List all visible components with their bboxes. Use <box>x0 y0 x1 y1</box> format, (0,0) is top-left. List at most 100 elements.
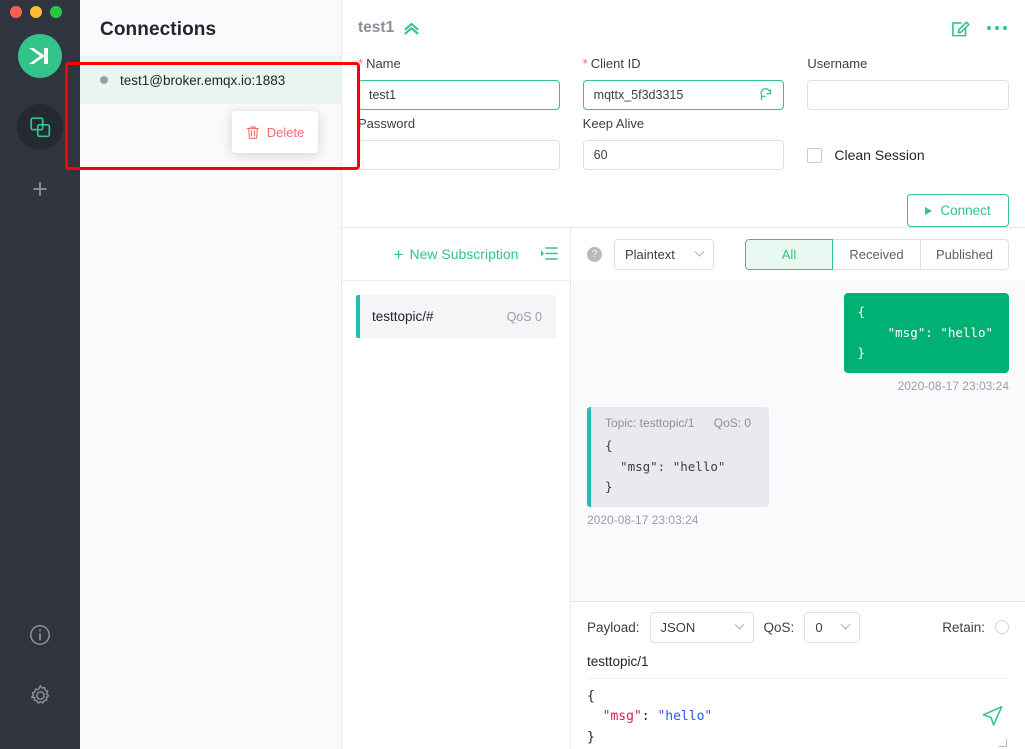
keep-alive-input[interactable]: 60 <box>582 140 785 170</box>
password-input[interactable] <box>358 140 560 170</box>
connection-status-dot <box>100 76 108 84</box>
connections-list: test1@broker.emqx.io:1883 <box>80 56 341 104</box>
qos-label: QoS: <box>763 619 795 635</box>
keep-alive-input-value: 60 <box>593 148 608 162</box>
editor-key: "msg" <box>602 709 642 725</box>
subscriptions-list: testtopic/# QoS 0 <box>342 281 570 338</box>
messages-panel: ? Plaintext All Received Published {"ms… <box>571 228 1025 749</box>
message-body: { "msg": "hello" } <box>857 304 993 361</box>
page-title: Connections <box>100 19 217 40</box>
send-icon[interactable] <box>980 703 1005 733</box>
connection-title: test1 <box>358 19 395 36</box>
publish-qos-select[interactable]: 0 <box>804 611 861 643</box>
list-item[interactable]: test1@broker.emqx.io:1883 <box>80 56 341 104</box>
maximize-window-button[interactable] <box>50 6 62 18</box>
form-actions: Connect <box>358 176 1009 227</box>
messages-toolbar: ? Plaintext All Received Published <box>571 228 1025 281</box>
editor-colon: : <box>641 709 658 725</box>
sidebar-item-connections[interactable] <box>17 104 63 150</box>
more-dots-icon[interactable] <box>986 25 1007 31</box>
help-icon[interactable]: ? <box>587 247 602 262</box>
connect-button[interactable]: Connect <box>907 194 1009 227</box>
message-bubble[interactable]: Topic: testtopic/1 QoS: 0 { "msg": "hell… <box>587 406 770 507</box>
message-filter-tabs: All Received Published <box>745 239 1009 270</box>
publish-panel: Payload: JSON QoS: 0 Retain: testtopic/1… <box>571 600 1025 749</box>
chevron-down-icon <box>694 246 705 257</box>
window-traffic-lights <box>10 6 62 18</box>
name-input[interactable]: test1 <box>358 80 560 110</box>
connection-name: test1@broker.emqx.io:1883 <box>120 72 286 88</box>
message-meta: Topic: testtopic/1 QoS: 0 <box>605 416 751 430</box>
publish-topic-input[interactable]: testtopic/1 <box>587 643 1009 679</box>
publish-editor-content: { "msg": "hello" } <box>587 687 1009 749</box>
close-window-button[interactable] <box>10 6 22 18</box>
form-row-1: *Name test1 *Client ID mqttx_5f3d3315 <box>358 56 1010 110</box>
message-timestamp: 2020-08-17 23:03:24 <box>897 378 1009 393</box>
mqttx-logo <box>18 34 62 78</box>
connections-panel: Connections test1@broker.emqx.io:1883 De… <box>65 0 360 749</box>
keep-alive-label: Keep Alive <box>582 116 645 131</box>
publish-editor[interactable]: { "msg": "hello" } <box>587 679 1009 749</box>
username-input[interactable] <box>807 80 1010 110</box>
mqttx-logo-icon <box>29 48 48 64</box>
client-id-input-value: mqttx_5f3d3315 <box>593 88 684 102</box>
subscription-topic: testtopic/# <box>372 309 434 324</box>
message-published: { "msg": "hello" } 2020-08-17 23:03:24 <box>587 293 1009 393</box>
field-client-id: * Client ID mqttx_5f3d3315 <box>582 56 785 110</box>
payload-format-select[interactable]: Plaintext <box>614 239 714 270</box>
messages-list: { "msg": "hello" } 2020-08-17 23:03:24 T… <box>571 281 1025 601</box>
tab-published[interactable]: Published <box>921 239 1009 270</box>
message-bubble[interactable]: { "msg": "hello" } <box>843 293 1009 373</box>
trash-icon <box>246 125 259 139</box>
subscriptions-header: + New Subscription <box>342 228 570 281</box>
connect-button-label: Connect <box>940 203 991 218</box>
publish-payload-select[interactable]: JSON <box>649 611 754 643</box>
required-mark: * <box>582 56 588 71</box>
field-name: * Name test1 <box>358 56 560 110</box>
header-actions <box>951 19 1007 38</box>
retain-toggle[interactable] <box>995 620 1009 635</box>
sidebar-item-new-connection[interactable]: + <box>32 176 48 203</box>
message-topic: Topic: testtopic/1 <box>605 415 695 430</box>
double-chevron-up-icon[interactable] <box>403 21 420 36</box>
chevron-down-icon <box>840 619 851 630</box>
icon-rail: + <box>0 0 80 749</box>
field-clean-session: Clean Session <box>807 116 1009 170</box>
mqttx-app: + Connections test1@broker.emqx.io:1883 <box>0 0 1025 749</box>
message-qos: QoS: 0 <box>713 415 752 430</box>
form-row-2: Password Keep Alive 60 Clean Session <box>358 116 1009 170</box>
lower-split: + New Subscription testtopic/# QoS 0 ? P… <box>342 227 1025 749</box>
payload-format-value: Plaintext <box>625 247 675 262</box>
client-id-input[interactable]: mqttx_5f3d3315 <box>582 80 785 110</box>
subscription-qos: QoS 0 <box>506 309 542 324</box>
name-input-value: test1 <box>369 88 397 102</box>
play-icon <box>925 206 933 215</box>
field-password: Password <box>358 116 560 170</box>
editor-line-1: { <box>587 688 595 704</box>
edit-icon[interactable] <box>951 19 970 38</box>
tab-all[interactable]: All <box>745 239 833 270</box>
field-username: Username <box>807 56 1010 110</box>
new-subscription-button[interactable]: + New Subscription <box>394 246 519 263</box>
resize-handle[interactable] <box>999 739 1007 747</box>
refresh-icon[interactable] <box>759 88 773 102</box>
subscription-list-icon[interactable] <box>540 246 558 266</box>
editor-line-3: } <box>587 730 595 746</box>
plus-icon: + <box>393 244 404 264</box>
chevron-down-icon <box>734 619 744 630</box>
publish-qos-value: 0 <box>815 619 823 635</box>
gear-icon[interactable] <box>29 684 52 707</box>
retain-label: Retain: <box>942 619 985 635</box>
message-timestamp: 2020-08-17 23:03:24 <box>587 512 699 527</box>
tab-received[interactable]: Received <box>833 239 921 270</box>
payload-label: Payload: <box>587 619 640 635</box>
new-subscription-label: New Subscription <box>409 246 519 262</box>
username-label: Username <box>807 56 868 71</box>
editor-value: "hello" <box>657 709 713 725</box>
connection-context-menu[interactable]: Delete <box>232 111 318 153</box>
info-icon[interactable] <box>29 624 51 646</box>
minimize-window-button[interactable] <box>30 6 42 18</box>
list-item[interactable]: testtopic/# QoS 0 <box>356 295 556 338</box>
clean-session-checkbox[interactable] <box>807 147 823 163</box>
delete-menu-item-label: Delete <box>266 124 305 140</box>
